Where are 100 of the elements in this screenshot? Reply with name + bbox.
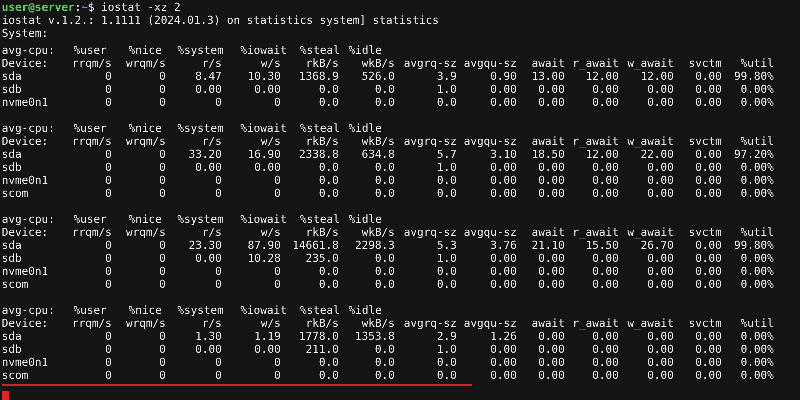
table-cell-text: 0 <box>104 278 112 291</box>
table-cell-text: 0.00 <box>646 187 674 200</box>
column-header: %user <box>72 122 107 135</box>
table-cell-text: 0 <box>104 161 112 174</box>
table-cell-text: 2338.8 <box>298 148 339 161</box>
table-cell-text: 0.0 <box>436 369 457 382</box>
table-cell-text: 1778.0 <box>298 330 339 343</box>
column-header: svctm <box>688 135 722 148</box>
column-header: %steal <box>299 44 340 57</box>
column-header: %util <box>740 317 774 330</box>
table-cell-text: 0.00 <box>592 96 619 109</box>
table-cell-text: 0.00 <box>490 96 517 109</box>
table-cell-text: 0.00 <box>694 369 722 382</box>
table-cell-text: 0 <box>273 96 281 109</box>
command-prompt: user@server:~$ iostat -xz 2 <box>2 1 182 14</box>
table-cell-text: 12.00 <box>584 70 619 83</box>
table-cell-text: 0 <box>158 265 166 278</box>
table-cell-text: 0.00 <box>490 187 517 200</box>
column-header: rkB/s <box>304 317 339 330</box>
column-header: w_await <box>626 135 674 148</box>
table-cell-text: 0 <box>273 278 281 291</box>
table-cell-text: 0.00 <box>592 330 619 343</box>
table-cell-text: 0.00 <box>538 369 565 382</box>
output-line: iostat v.1.2.: 1.1111 (2024.01.3) on statistics system] statistics <box>2 14 440 27</box>
column-header: %user <box>72 213 107 226</box>
table-cell-text: 0.00 <box>592 369 619 382</box>
table-cell-text: 99.80% <box>733 239 774 252</box>
column-header: rrqm/s <box>71 135 112 148</box>
table-cell-text: 0.00 <box>254 343 281 356</box>
table-cell-text: 8.47 <box>194 70 222 83</box>
table-cell-text: 0 <box>104 96 112 109</box>
table-cell-text: 0.0 <box>318 187 339 200</box>
column-header: wkB/s <box>360 135 395 148</box>
device-name: nvme0n1 <box>2 174 50 187</box>
table-cell-text: 14661.8 <box>292 239 339 252</box>
table-cell-text: 0.0 <box>318 278 339 291</box>
table-cell-text: 0.0 <box>374 356 395 369</box>
table-cell-text: 0.00% <box>740 96 774 109</box>
table-cell-text: 0 <box>104 239 112 252</box>
column-header: %idle <box>348 122 382 135</box>
table-cell-text: 0.00% <box>740 356 774 369</box>
column-header: %system <box>176 213 224 226</box>
table-cell-text: 0 <box>158 369 166 382</box>
device-name: sdb <box>2 252 23 265</box>
table-cell-text: 0.00 <box>646 174 674 187</box>
table-cell-text: 0.00 <box>490 278 517 291</box>
table-cell-text: 0.00 <box>538 330 565 343</box>
row-label: Device: <box>2 226 50 239</box>
table-cell-text: 0.00 <box>646 96 674 109</box>
column-header: %idle <box>348 304 382 317</box>
table-cell-text: 0 <box>158 252 166 265</box>
table-cell-text: 16.90 <box>246 148 281 161</box>
table-cell-text: 0.0 <box>436 174 457 187</box>
column-header: %idle <box>348 44 382 57</box>
table-cell-text: 0 <box>158 239 166 252</box>
table-cell-text: 1.0 <box>436 83 457 96</box>
column-header: avgqu-sz <box>463 135 517 148</box>
table-cell-text: 0.00 <box>490 265 517 278</box>
column-header: svctm <box>688 317 722 330</box>
column-header: wrqm/s <box>125 57 166 70</box>
table-cell-text: 0 <box>158 174 166 187</box>
table-cell-text: 0.0 <box>436 278 457 291</box>
column-header: await <box>530 135 565 148</box>
column-header: w_await <box>626 226 674 239</box>
column-header: rrqm/s <box>71 57 112 70</box>
table-cell-text: 0.00 <box>538 96 565 109</box>
column-header: w/s <box>260 135 281 148</box>
table-cell-text: 0.00 <box>490 174 517 187</box>
table-cell-text: 0 <box>158 343 166 356</box>
table-cell-text: 0 <box>158 161 166 174</box>
table-cell-text: 235.0 <box>304 252 339 265</box>
table-cell-text: 0.0 <box>436 187 457 200</box>
column-header: %steal <box>299 122 340 135</box>
device-name: sda <box>2 239 23 252</box>
column-header: await <box>530 226 565 239</box>
table-cell-text: 0.00 <box>538 83 565 96</box>
column-header: %nice <box>128 44 162 57</box>
table-cell-text: 3.76 <box>490 239 517 252</box>
column-header: avgqu-sz <box>463 226 517 239</box>
row-label: Device: <box>2 57 50 70</box>
table-cell-text: 0.00 <box>592 174 619 187</box>
column-header: %steal <box>299 213 340 226</box>
column-header: rkB/s <box>304 226 339 239</box>
table-cell-text: 22.00 <box>640 148 674 161</box>
table-cell-text: 0 <box>104 83 112 96</box>
table-cell-text: 0.0 <box>374 343 395 356</box>
table-cell-text: 0.00 <box>694 356 722 369</box>
table-cell-text: 0 <box>214 369 222 382</box>
row-label: Device: <box>2 135 50 148</box>
table-cell-text: 1.0 <box>436 252 457 265</box>
table-cell-text: 0 <box>104 330 112 343</box>
table-cell-text: 0 <box>158 70 166 83</box>
table-cell-text: 0.00% <box>740 83 774 96</box>
column-header: r_await <box>572 135 619 148</box>
device-name: nvme0n1 <box>2 265 50 278</box>
table-cell-text: 0.00 <box>592 356 619 369</box>
table-cell-text: 0.0 <box>374 83 395 96</box>
table-cell-text: 0.00 <box>490 343 517 356</box>
row-label: avg-cpu: <box>2 44 56 57</box>
table-cell-text: 1368.9 <box>298 70 339 83</box>
